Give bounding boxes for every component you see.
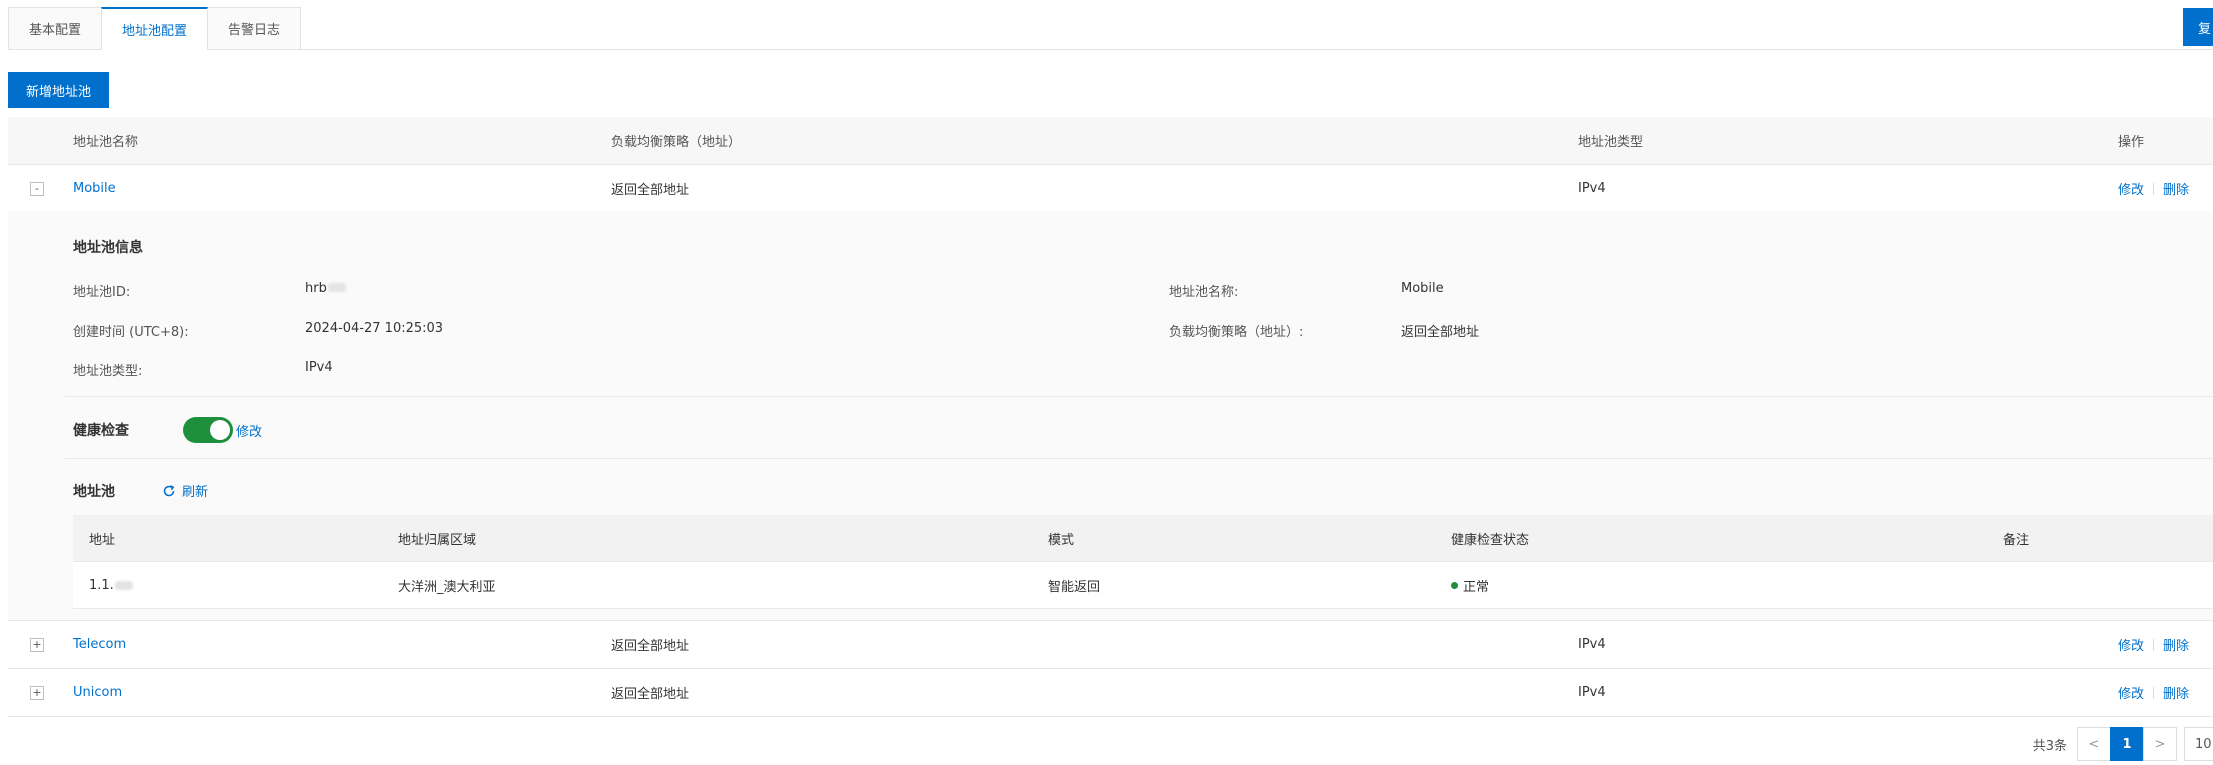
toggle-knob	[210, 420, 230, 440]
health-status: 正常	[1451, 562, 1489, 608]
health-check-toggle[interactable]	[183, 417, 233, 443]
pool-policy: 返回全部地址	[611, 183, 690, 198]
pool-id-value: hrb	[305, 281, 346, 296]
redacted-mask	[114, 580, 133, 590]
header-region: 地址归属区域	[398, 532, 477, 548]
pool-type: IPv4	[1578, 685, 1606, 700]
pool-policy: 返回全部地址	[611, 687, 690, 702]
refresh-icon	[163, 484, 175, 496]
policy-value: 返回全部地址	[1401, 325, 1480, 340]
tab-bar: 基本配置 地址池配置 告警日志	[8, 7, 302, 50]
tab-pool-config[interactable]: 地址池配置	[101, 7, 209, 50]
health-check-title: 健康检查	[73, 423, 129, 439]
section-divider	[65, 396, 2213, 397]
top-right-button[interactable]: 复	[2183, 8, 2213, 46]
pool-name-value: Mobile	[1401, 281, 1444, 296]
table-header: 地址池名称 负载均衡策略（地址） 地址池类型 操作	[8, 117, 2213, 165]
pool-name-link[interactable]: Telecom	[73, 621, 126, 668]
address-row: 1.1. 大洋洲_澳大利亚 智能返回 正常	[73, 562, 2213, 609]
header-address: 地址	[89, 532, 116, 548]
health-edit-link[interactable]: 修改	[236, 421, 262, 440]
prev-page-button[interactable]: <	[2077, 727, 2111, 761]
table-row: + Unicom 返回全部地址 IPv4 修改 删除	[8, 669, 2213, 717]
pool-name-link[interactable]: Unicom	[73, 669, 122, 716]
row-actions: 修改 删除	[2118, 165, 2189, 212]
header-policy: 负载均衡策略（地址）	[611, 135, 742, 150]
edit-button[interactable]: 修改	[2118, 635, 2144, 654]
delete-button[interactable]: 删除	[2163, 635, 2189, 654]
refresh-button[interactable]: 刷新	[162, 481, 208, 500]
row-actions: 修改 删除	[2118, 621, 2189, 668]
region-value: 大洋洲_澳大利亚	[398, 579, 496, 595]
pool-policy: 返回全部地址	[611, 639, 690, 654]
status-dot-icon	[1451, 581, 1458, 589]
tab-divider	[8, 49, 2213, 50]
page-1-button[interactable]: 1	[2110, 727, 2144, 761]
tab-alarm-log[interactable]: 告警日志	[207, 7, 302, 50]
pool-id-label: 地址池ID:	[73, 285, 131, 300]
collapse-toggle[interactable]: -	[30, 181, 44, 196]
mode-value: 智能返回	[1048, 579, 1101, 595]
created-time-value: 2024-04-27 10:25:03	[305, 321, 444, 336]
header-note: 备注	[2003, 532, 2030, 548]
address-value: 1.1.	[89, 562, 133, 608]
address-table-header: 地址 地址归属区域 模式 健康检查状态 备注	[73, 515, 2213, 562]
pool-type-label: 地址池类型:	[73, 364, 143, 379]
expand-toggle[interactable]: +	[30, 685, 44, 700]
action-separator	[2153, 686, 2155, 699]
pagination: 共3条 < 1 > 10	[2033, 727, 2213, 761]
refresh-label: 刷新	[182, 485, 209, 500]
header-name: 地址池名称	[73, 135, 139, 150]
pool-name-label: 地址池名称:	[1169, 285, 1239, 300]
created-time-label: 创建时间 (UTC+8):	[73, 325, 189, 340]
tab-basic-config[interactable]: 基本配置	[8, 7, 103, 50]
edit-button[interactable]: 修改	[2118, 683, 2144, 702]
pool-type: IPv4	[1578, 181, 1606, 196]
row-actions: 修改 删除	[2118, 669, 2189, 716]
edit-button[interactable]: 修改	[2118, 179, 2144, 198]
pool-detail-panel: 地址池信息 地址池ID: hrb 地址池名称: Mobile 创建时间 (UTC…	[8, 211, 2213, 621]
header-mode: 模式	[1048, 532, 1075, 548]
info-title: 地址池信息	[73, 240, 143, 256]
address-pool-title: 地址池	[73, 484, 115, 500]
page-size-select[interactable]: 10	[2184, 727, 2213, 761]
add-pool-button[interactable]: 新增地址池	[8, 72, 110, 108]
redacted-mask	[327, 283, 346, 292]
pool-type: IPv4	[1578, 637, 1606, 652]
header-health: 健康检查状态	[1451, 532, 1530, 548]
section-divider	[65, 458, 2213, 459]
expand-toggle[interactable]: +	[30, 637, 44, 652]
header-type: 地址池类型	[1578, 135, 1644, 150]
action-separator	[2153, 182, 2155, 195]
action-separator	[2153, 638, 2155, 651]
next-page-button[interactable]: >	[2143, 727, 2177, 761]
header-ops: 操作	[2118, 135, 2145, 150]
table-row: + Telecom 返回全部地址 IPv4 修改 删除	[8, 621, 2213, 669]
delete-button[interactable]: 删除	[2163, 683, 2189, 702]
total-count: 共3条	[2032, 738, 2067, 754]
pool-name-link[interactable]: Mobile	[73, 165, 116, 212]
policy-label: 负载均衡策略（地址）:	[1169, 325, 1304, 340]
pool-type-value: IPv4	[305, 360, 333, 375]
table-row: - Mobile 返回全部地址 IPv4 修改 删除	[8, 165, 2213, 213]
delete-button[interactable]: 删除	[2163, 179, 2189, 198]
